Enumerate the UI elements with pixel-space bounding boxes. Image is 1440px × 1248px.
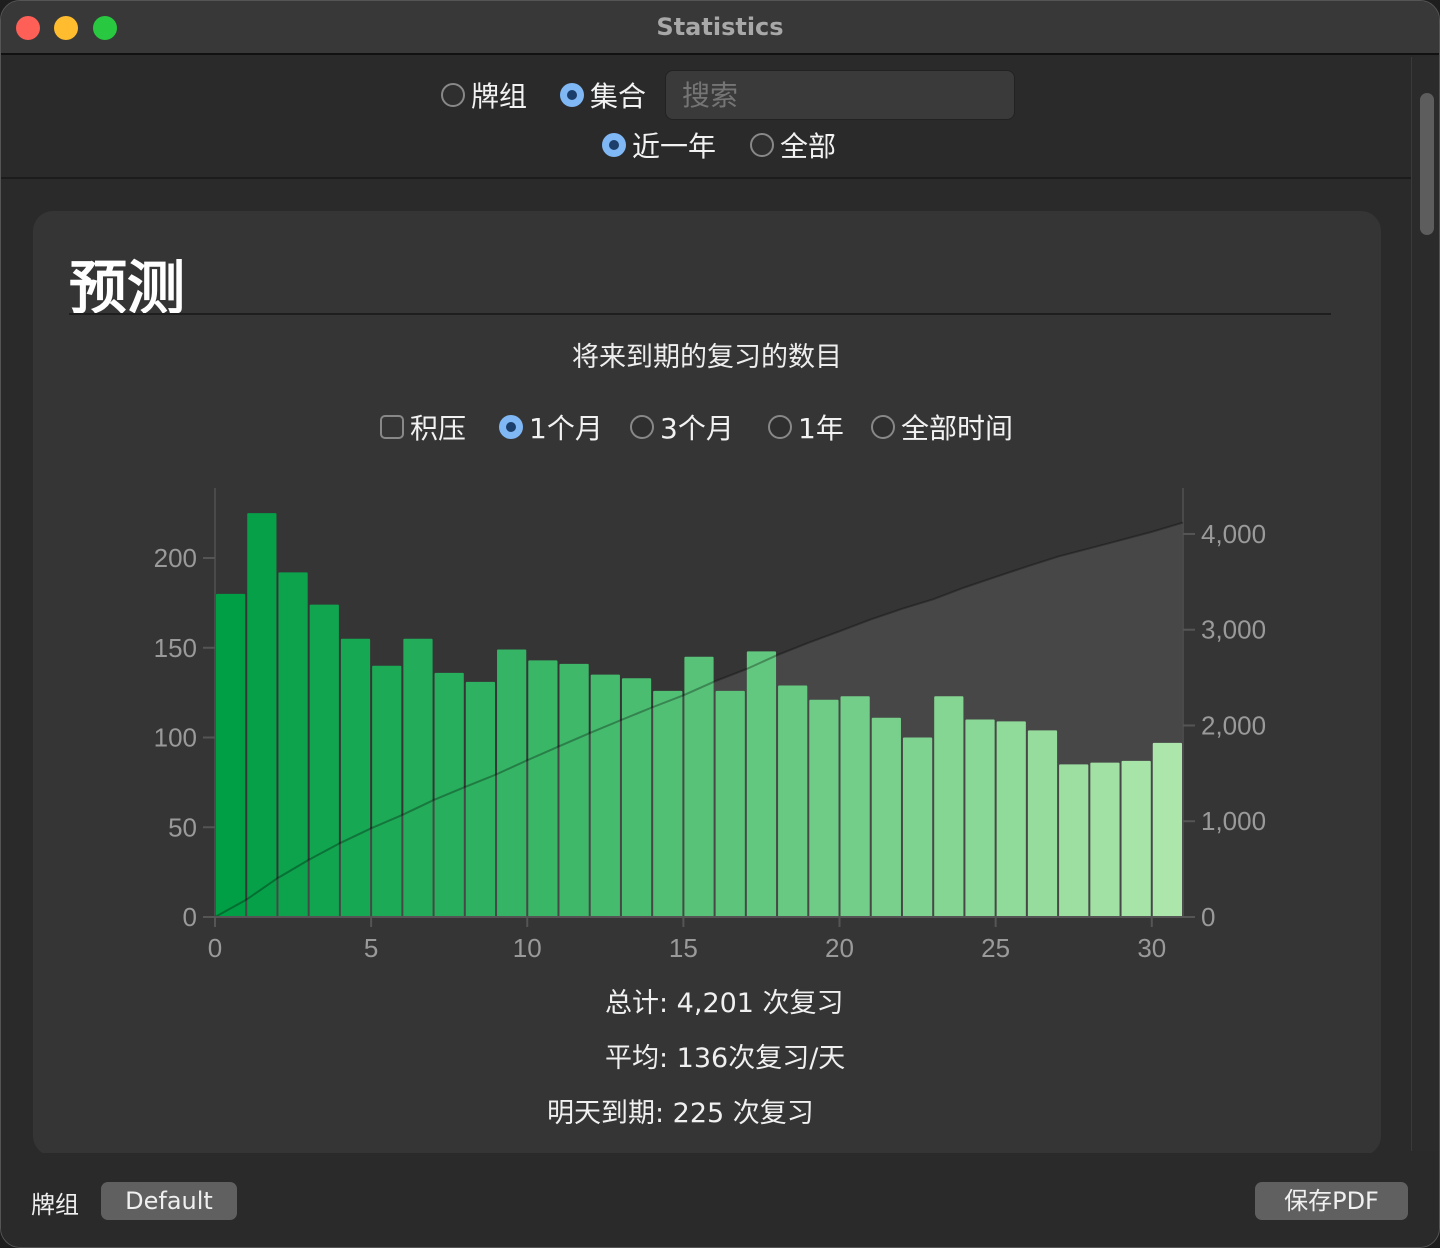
statistics-window: Statistics 牌组 集合 近一年 全部 预测 将来到期的复习的数目 积压… <box>0 0 1440 1248</box>
y-tick-label-right: 2,000 <box>1201 710 1266 740</box>
bottom-bar: 牌组 Default 保存PDF <box>1 1153 1439 1247</box>
y-tick-label-left: 150 <box>154 633 197 663</box>
bar-day-1 <box>247 513 277 917</box>
x-tick-label: 20 <box>825 933 854 963</box>
x-tick-label: 30 <box>1137 933 1166 963</box>
bar-day-23 <box>934 696 964 917</box>
bar-day-8 <box>465 681 496 917</box>
bar-day-27 <box>1059 764 1089 917</box>
x-tick-label: 0 <box>208 933 222 963</box>
x-tick-label: 25 <box>981 933 1010 963</box>
forecast-chart: 0 50 100 150 200 0 1,000 2,000 3,000 4,000 0 5 10 15 2… <box>154 488 1266 963</box>
bar-day-18 <box>778 685 808 917</box>
bar-day-9 <box>497 649 527 917</box>
bar-day-22 <box>902 737 933 917</box>
y-tick-label-right: 4,000 <box>1201 519 1266 549</box>
y-tick-label-left: 0 <box>183 902 197 932</box>
y-tick-label-right: 1,000 <box>1201 806 1266 836</box>
bar-day-4 <box>340 638 371 917</box>
bar-day-10 <box>528 660 558 917</box>
bar-day-29 <box>1121 760 1151 917</box>
deck-label: 牌组 <box>31 1191 79 1219</box>
bar-day-30 <box>1152 742 1182 917</box>
bar-day-26 <box>1027 730 1058 917</box>
y-tick-label-right: 3,000 <box>1201 615 1266 645</box>
bar-day-15 <box>684 656 714 917</box>
bar-day-14 <box>653 690 683 917</box>
bar-day-0 <box>216 593 246 917</box>
save-pdf-button[interactable]: 保存PDF <box>1255 1182 1408 1220</box>
bar-day-16 <box>715 690 745 917</box>
y-tick-label-right: 0 <box>1201 902 1215 932</box>
bar-day-6 <box>403 638 433 917</box>
bar-day-20 <box>840 696 870 917</box>
bar-day-19 <box>809 699 839 917</box>
bar-day-5 <box>372 665 402 917</box>
bar-day-17 <box>746 651 777 917</box>
deck-select-button[interactable]: Default <box>101 1182 237 1220</box>
x-tick-label: 5 <box>364 933 378 963</box>
bar-day-3 <box>309 604 339 917</box>
bar-day-21 <box>871 717 901 917</box>
bar-day-11 <box>559 663 589 917</box>
bar-day-24 <box>965 719 995 917</box>
x-tick-label: 10 <box>513 933 542 963</box>
x-tick-label: 15 <box>669 933 698 963</box>
bar-day-2 <box>278 572 308 917</box>
bar-day-25 <box>996 721 1026 917</box>
bar-day-7 <box>434 672 464 917</box>
y-tick-label-left: 200 <box>154 543 197 573</box>
y-tick-label-left: 100 <box>154 723 197 753</box>
bar-day-28 <box>1090 762 1120 917</box>
y-tick-label-left: 50 <box>168 812 197 842</box>
bar-day-12 <box>590 674 620 917</box>
